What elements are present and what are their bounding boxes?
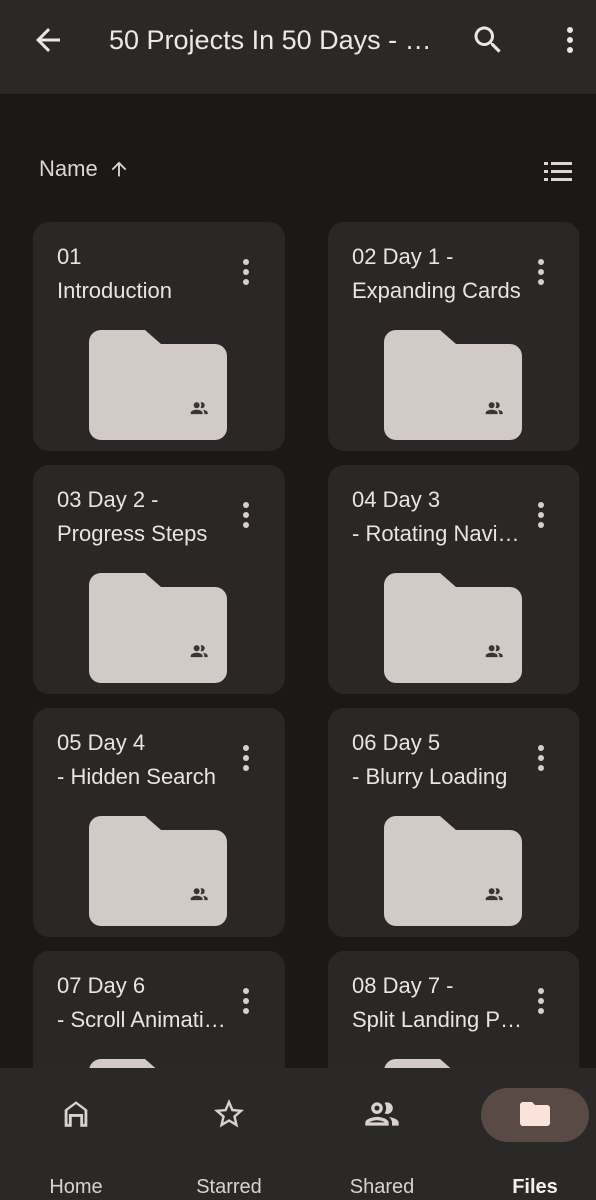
shared-folder-icon (89, 573, 227, 683)
folder-name-line2: - Scroll Animation (57, 1007, 227, 1032)
folder-name-line1: 04 Day 3 (352, 487, 441, 512)
folder-card[interactable]: 01 Introduction (33, 222, 285, 451)
more-vert-icon[interactable] (238, 985, 254, 1021)
folder-card[interactable]: 05 Day 4 - Hidden Search (33, 708, 285, 937)
folder-name-line2: Expanding Cards (352, 278, 521, 303)
more-vert-icon[interactable] (533, 985, 549, 1021)
more-vert-icon[interactable] (533, 499, 549, 535)
more-vert-icon[interactable] (556, 22, 584, 58)
bottom-navigation: Home Starred Shared Files (0, 1068, 596, 1200)
folder-name-line1: 02 Day 1 - (352, 244, 454, 269)
folder-name-line1: 01 (57, 244, 82, 269)
top-app-bar: 50 Projects In 50 Days - Html, Css & Jav… (0, 0, 596, 94)
folder-name-line1: 03 Day 2 - (57, 487, 159, 512)
folder-name: 07 Day 6 - Scroll Animation (57, 969, 227, 1037)
nav-starred-label: Starred (196, 1176, 262, 1198)
list-view-icon[interactable] (540, 156, 576, 188)
more-vert-icon[interactable] (238, 256, 254, 292)
nav-files-label: Files (512, 1176, 558, 1198)
folder-name-line1: 08 Day 7 - (352, 973, 454, 998)
folder-name-line1: 05 Day 4 (57, 730, 146, 755)
nav-home[interactable]: Home (16, 1088, 136, 1198)
folder-name-line2: - Blurry Loading (352, 764, 508, 789)
folder-card[interactable]: 03 Day 2 - Progress Steps (33, 465, 285, 694)
folder-title: 50 Projects In 50 Days - Html, Css & Jav… (109, 25, 439, 55)
nav-shared-label: Shared (349, 1176, 415, 1198)
shared-folder-icon (384, 816, 522, 926)
folder-grid: 01 Introduction 02 Day 1 - Expanding Car… (33, 222, 579, 1068)
folder-name: 08 Day 7 - Split Landing Page (352, 969, 522, 1037)
folder-name-line1: 07 Day 6 (57, 973, 146, 998)
folder-name: 02 Day 1 - Expanding Cards (352, 240, 522, 308)
shared-folder-icon (384, 573, 522, 683)
folder-card[interactable]: 08 Day 7 - Split Landing Page (328, 951, 579, 1068)
people-icon (360, 1092, 404, 1136)
folder-card[interactable]: 07 Day 6 - Scroll Animation (33, 951, 285, 1068)
folder-card[interactable]: 06 Day 5 - Blurry Loading (328, 708, 579, 937)
folder-name-line1: 06 Day 5 (352, 730, 441, 755)
nav-files[interactable]: Files (480, 1088, 596, 1198)
folder-name-line2: Progress Steps (57, 521, 208, 546)
folder-name-line2: - Rotating Navigation (352, 521, 522, 546)
home-icon (54, 1092, 98, 1136)
sort-row: Name (0, 150, 596, 194)
nav-home-label: Home (49, 1176, 103, 1198)
shared-folder-icon (89, 330, 227, 440)
shared-folder-icon (89, 816, 227, 926)
sort-by-name-button[interactable]: Name (39, 156, 130, 182)
folder-card[interactable]: 02 Day 1 - Expanding Cards (328, 222, 579, 451)
more-vert-icon[interactable] (533, 256, 549, 292)
nav-shared[interactable]: Shared (322, 1088, 442, 1198)
shared-folder-icon (384, 330, 522, 440)
folder-name: 04 Day 3 - Rotating Navigation (352, 483, 522, 551)
sort-label: Name (39, 156, 98, 181)
more-vert-icon[interactable] (533, 742, 549, 778)
folder-name: 05 Day 4 - Hidden Search (57, 726, 227, 794)
nav-starred[interactable]: Starred (169, 1088, 289, 1198)
more-vert-icon[interactable] (238, 499, 254, 535)
folder-name: 03 Day 2 - Progress Steps (57, 483, 227, 551)
more-vert-icon[interactable] (238, 742, 254, 778)
folder-name-line2: Split Landing Page (352, 1007, 522, 1032)
shared-folder-icon (384, 1059, 451, 1068)
arrow-up-icon (111, 161, 127, 177)
folder-name-line2: Introduction (57, 278, 172, 303)
folder-icon (513, 1092, 557, 1136)
folder-card[interactable]: 04 Day 3 - Rotating Navigation (328, 465, 579, 694)
search-icon[interactable] (470, 22, 506, 58)
folder-name: 01 Introduction (57, 240, 227, 308)
shared-folder-icon (89, 1059, 156, 1068)
folder-name-line2: - Hidden Search (57, 764, 216, 789)
star-icon (207, 1092, 251, 1136)
folder-name: 06 Day 5 - Blurry Loading (352, 726, 522, 794)
arrow-back-icon[interactable] (30, 22, 66, 58)
